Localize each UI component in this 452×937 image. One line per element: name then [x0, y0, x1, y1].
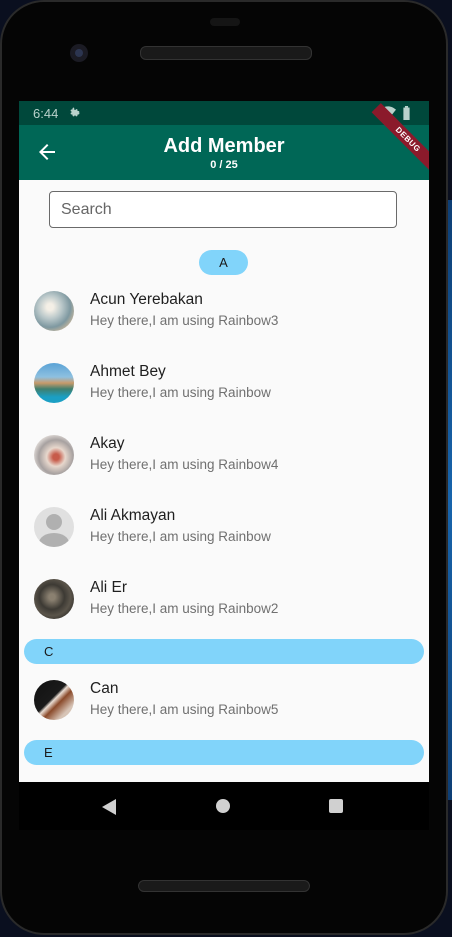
member-list: A Acun Yerebakan Hey there,I am using Ra… — [19, 247, 429, 767]
avatar — [34, 435, 74, 475]
member-status: Hey there,I am using Rainbow3 — [90, 313, 279, 328]
list-item[interactable]: Can Hey there,I am using Rainbow5 — [19, 666, 429, 738]
avatar — [34, 579, 74, 619]
section-header-a: A — [19, 247, 429, 277]
avatar — [34, 680, 74, 720]
member-status: Hey there,I am using Rainbow — [90, 529, 271, 544]
gear-icon — [70, 107, 80, 117]
member-status: Hey there,I am using Rainbow — [90, 385, 271, 400]
status-bar: 6:44 — [19, 101, 429, 125]
list-item[interactable]: Akay Hey there,I am using Rainbow4 — [19, 421, 429, 493]
member-name: Ahmet Bey — [90, 363, 166, 380]
list-item[interactable]: Acun Yerebakan Hey there,I am using Rain… — [19, 277, 429, 349]
page-title: Add Member — [163, 135, 285, 157]
member-status: Hey there,I am using Rainbow2 — [90, 601, 279, 616]
avatar — [34, 363, 74, 403]
system-nav-bar — [19, 782, 429, 830]
app-bar: Add Member 0 / 25 DEBUG — [19, 103, 429, 180]
list-item[interactable]: Ahmet Bey Hey there,I am using Rainbow — [19, 349, 429, 421]
member-name: Akay — [90, 435, 125, 452]
search-input[interactable] — [49, 191, 397, 228]
battery-icon — [403, 106, 410, 120]
earpiece-speaker — [140, 46, 312, 60]
bottom-speaker — [138, 880, 310, 892]
list-item[interactable]: Ali Er Hey there,I am using Rainbow2 — [19, 565, 429, 637]
default-avatar-icon — [34, 507, 74, 547]
member-name: Can — [90, 680, 119, 697]
nav-back-icon[interactable] — [102, 799, 116, 815]
member-name: Acun Yerebakan — [90, 291, 203, 308]
selection-counter: 0 / 25 — [210, 159, 238, 171]
list-item[interactable]: Ali Akmayan Hey there,I am using Rainbow — [19, 493, 429, 565]
avatar — [34, 291, 74, 331]
nav-home-icon[interactable] — [216, 799, 230, 813]
member-name: Ali Er — [90, 579, 128, 596]
section-letter: A — [199, 250, 248, 275]
front-camera — [70, 44, 88, 62]
app-screen: 6:44 Add Member 0 / 25 DEBUG A — [19, 101, 429, 782]
sensor-slot — [210, 18, 240, 26]
member-name: Ali Akmayan — [90, 507, 176, 524]
section-header-e: E — [24, 740, 424, 765]
title-block: Add Member 0 / 25 — [19, 135, 429, 171]
section-header-c: C — [24, 639, 424, 664]
status-time: 6:44 — [33, 105, 59, 121]
member-status: Hey there,I am using Rainbow4 — [90, 457, 279, 472]
nav-recents-icon[interactable] — [329, 799, 343, 813]
member-status: Hey there,I am using Rainbow5 — [90, 702, 279, 717]
